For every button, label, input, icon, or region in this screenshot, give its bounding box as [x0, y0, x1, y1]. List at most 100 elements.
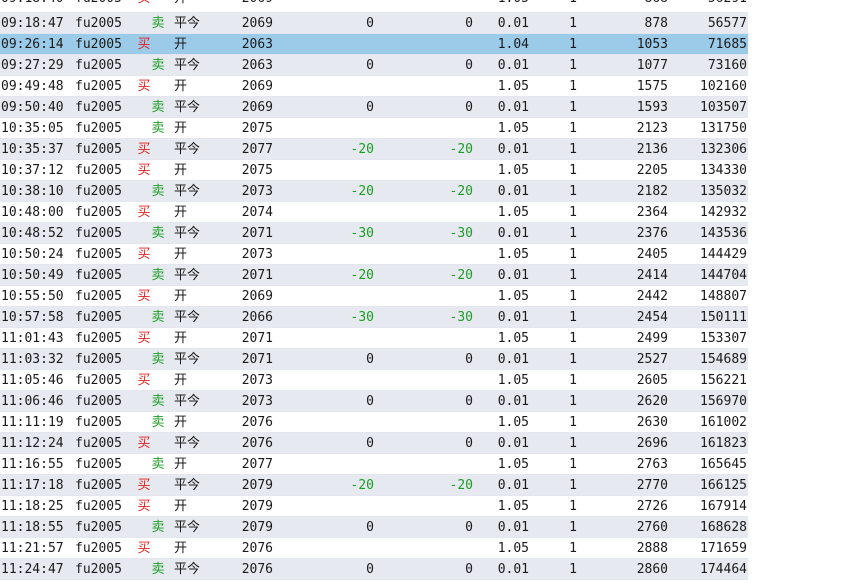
profit-loss-cell: -20 [350, 184, 374, 199]
trade-number-cell: 2442 [636, 289, 668, 304]
profit-loss-total-cell: 0 [465, 100, 473, 115]
table-row[interactable]: 11:17:18 fu2005 买 平今 2079 -20 -20 0.01 1 2770 1661… [0, 475, 748, 496]
commission-cell: 1.05 [497, 541, 529, 556]
table-row[interactable]: 11:01:43 fu2005 买 开 2071 1.05 1 2499 153307 [0, 328, 748, 349]
trade-direction-cell: 买 [137, 289, 151, 304]
profit-loss-total-cell: 0 [465, 352, 473, 367]
trade-price-cell: 2073 [241, 373, 273, 388]
contract-code-cell: fu2005 [75, 58, 122, 73]
trade-quantity-cell: 1 [569, 352, 577, 367]
table-row[interactable]: 09:18:47 fu2005 卖平今 2069 0 0 0.01 1 878 56577 [0, 13, 748, 34]
trade-number-cell: 1077 [636, 58, 668, 73]
trade-price-cell: 2073 [241, 184, 273, 199]
table-row[interactable]: 10:48:52 fu2005 卖平今 2071 -30 -30 0.01 1 2376 1435… [0, 223, 748, 244]
trade-price-cell: 2066 [241, 310, 273, 325]
order-number-cell: 148807 [700, 289, 747, 304]
table-row[interactable]: 09:18:40 fu2005 买 开 2069 1.05186856291 [0, 0, 748, 13]
trade-quantity-cell: 1 [569, 37, 577, 52]
contract-code-cell: fu2005 [75, 268, 122, 283]
trade-time-cell: 11:21:57 [1, 541, 64, 556]
trade-direction-cell: 卖 [151, 58, 165, 73]
table-row[interactable]: 10:38:10 fu2005 卖平今 2073 -20 -20 0.01 1 2182 1350… [0, 181, 748, 202]
trade-price-cell: 2071 [241, 226, 273, 241]
table-row[interactable]: 11:16:55 fu2005 卖开 2077 1.05 1 2763 165645 [0, 454, 748, 475]
trade-price-cell: 2073 [241, 394, 273, 409]
trade-price-cell: 2077 [241, 457, 273, 472]
table-row[interactable]: 10:35:37 fu2005 买 平今 2077 -20 -20 0.01 1 2136 1323… [0, 139, 748, 160]
trade-direction-cell: 卖 [151, 16, 165, 31]
table-row[interactable]: 10:55:50 fu2005 买 开 2069 1.05 1 2442 148807 [0, 286, 748, 307]
profit-loss-cell: -30 [350, 310, 374, 325]
table-row[interactable]: 10:37:12 fu2005 买 开 2075 1.05 1 2205 134330 [0, 160, 748, 181]
commission-cell: 0.01 [497, 100, 529, 115]
contract-code-cell: fu2005 [75, 520, 122, 535]
table-row[interactable]: 09:26:14 fu2005 买 开 2063 1.04 1 1053 71685 [0, 34, 748, 55]
order-number-cell: 144429 [700, 247, 747, 262]
order-number-cell: 132306 [700, 142, 747, 157]
table-row[interactable]: 11:05:46 fu2005 买 开 2073 1.05 1 2605 156221 [0, 370, 748, 391]
table-row[interactable]: 10:35:05 fu2005 卖开 2075 1.05 1 2123 131750 [0, 118, 748, 139]
commission-cell: 1.05 [497, 373, 529, 388]
trade-quantity-cell: 1 [569, 247, 577, 262]
open-close-flag-cell: 平今 [174, 520, 201, 535]
table-row[interactable]: 10:50:49 fu2005 卖平今 2071 -20 -20 0.01 1 2414 1447… [0, 265, 748, 286]
trade-time-cell: 10:35:37 [1, 142, 64, 157]
trade-price-cell: 2075 [241, 121, 273, 136]
contract-code-cell: fu2005 [75, 562, 122, 577]
commission-cell: 0.01 [497, 562, 529, 577]
profit-loss-total-cell: -30 [449, 226, 473, 241]
trade-price-cell: 2076 [241, 562, 273, 577]
table-row[interactable]: 09:50:40 fu2005 卖平今 2069 0 0 0.01 1 1593 103507 [0, 97, 748, 118]
trade-price-cell: 2079 [241, 520, 273, 535]
open-close-flag-cell: 平今 [174, 352, 201, 367]
table-row[interactable]: 11:03:32 fu2005 卖平今 2071 0 0 0.01 1 2527 154689 [0, 349, 748, 370]
table-row[interactable]: 09:49:48 fu2005 买 开 2069 1.05 1 1575 102160 [0, 76, 748, 97]
table-row[interactable]: 11:18:55 fu2005 卖平今 2079 0 0 0.01 1 2760 168628 [0, 517, 748, 538]
open-close-flag-cell: 开 [174, 415, 188, 430]
trade-quantity-cell: 1 [569, 142, 577, 157]
trade-quantity-cell: 1 [569, 79, 577, 94]
trade-price-cell: 2076 [241, 415, 273, 430]
profit-loss-total-cell: 0 [465, 520, 473, 535]
open-close-flag-cell: 开 [174, 205, 188, 220]
profit-loss-total-cell: -20 [449, 268, 473, 283]
trade-number-cell: 1593 [636, 100, 668, 115]
trade-time-cell: 11:24:47 [1, 562, 64, 577]
trade-price-cell: 2063 [241, 58, 273, 73]
trade-number-cell: 2405 [636, 247, 668, 262]
profit-loss-total-cell: 0 [465, 16, 473, 31]
trade-price-cell: 2076 [241, 541, 273, 556]
table-row[interactable]: 11:11:19 fu2005 卖开 2076 1.05 1 2630 161002 [0, 412, 748, 433]
trade-price-cell: 2076 [241, 436, 273, 451]
trade-number-cell: 2605 [636, 373, 668, 388]
profit-loss-total-cell: 0 [465, 436, 473, 451]
table-row[interactable]: 09:27:29 fu2005 卖平今 2063 0 0 0.01 1 1077 73160 [0, 55, 748, 76]
commission-cell: 0.01 [497, 352, 529, 367]
profit-loss-total-cell: -30 [449, 310, 473, 325]
profit-loss-total-cell: 0 [465, 562, 473, 577]
table-row[interactable]: 11:06:46 fu2005 卖平今 2073 0 0 0.01 1 2620 156970 [0, 391, 748, 412]
trade-number-cell: 868 [578, 0, 668, 5]
trade-quantity-cell: 1 [569, 394, 577, 409]
table-row[interactable]: 11:24:47 fu2005 卖平今 2076 0 0 0.01 1 2860 174464 [0, 559, 748, 580]
table-row[interactable]: 11:21:57 fu2005 买 开 2076 1.05 1 2888 171659 [0, 538, 748, 559]
profit-loss-total-cell: -20 [449, 142, 473, 157]
contract-code-cell: fu2005 [75, 352, 122, 367]
trade-direction-cell: 买 [137, 142, 151, 157]
table-row[interactable]: 10:50:24 fu2005 买 开 2073 1.05 1 2405 144429 [0, 244, 748, 265]
trade-direction-cell: 买 [137, 247, 151, 262]
open-close-flag-cell: 开 [174, 247, 188, 262]
table-row[interactable]: 10:57:58 fu2005 卖平今 2066 -30 -30 0.01 1 2454 1501… [0, 307, 748, 328]
table-row[interactable]: 11:18:25 fu2005 买 开 2079 1.05 1 2726 167914 [0, 496, 748, 517]
contract-code-cell: fu2005 [75, 16, 122, 31]
open-close-flag-cell: 开 [174, 163, 188, 178]
profit-loss-cell: -20 [350, 478, 374, 493]
trade-number-cell: 2376 [636, 226, 668, 241]
trade-price-cell: 2073 [241, 247, 273, 262]
trade-direction-cell: 买 [137, 163, 151, 178]
trade-direction-cell: 卖 [151, 184, 165, 199]
trade-direction-cell: 卖 [151, 394, 165, 409]
table-row[interactable]: 11:12:24 fu2005 买 平今 2076 0 0 0.01 1 2696 161823 [0, 433, 748, 454]
table-row[interactable]: 10:48:00 fu2005 买 开 2074 1.05 1 2364 142932 [0, 202, 748, 223]
commission-cell: 1.05 [497, 205, 529, 220]
